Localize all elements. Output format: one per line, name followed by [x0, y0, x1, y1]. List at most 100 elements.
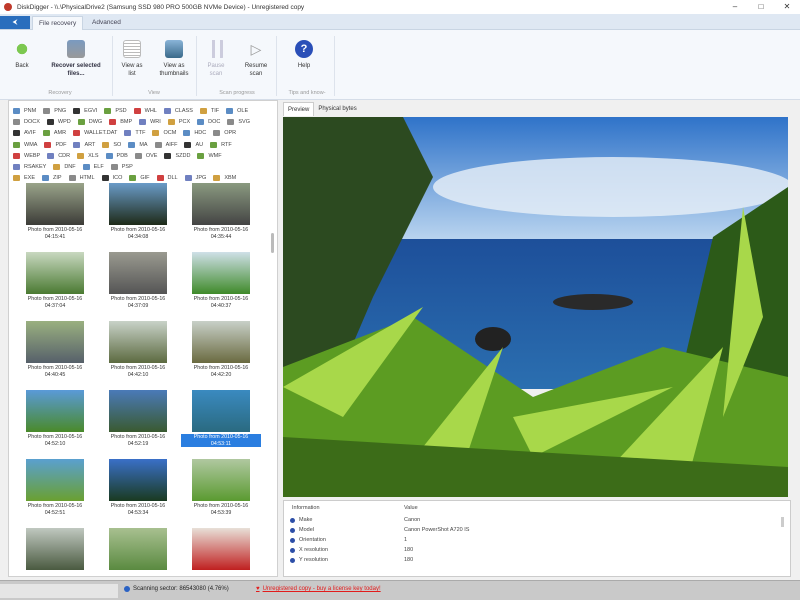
thumbnail-item[interactable]: Photo from 2010-05-16 04:42:20 — [181, 321, 261, 378]
file-type-wpd[interactable]: WPD — [46, 118, 71, 125]
file-type-wma[interactable]: WMA — [13, 141, 37, 148]
thumbnail-item[interactable]: Photo from 2010-05-16 04:15:41 — [15, 183, 95, 240]
file-type-icon — [73, 141, 81, 148]
file-type-egvi[interactable]: EGVI — [73, 107, 97, 114]
file-type-hdc[interactable]: HDC — [183, 130, 206, 137]
file-type-exe[interactable]: EXE — [13, 175, 35, 182]
thumbnail-item[interactable] — [181, 528, 261, 575]
file-type-icon — [197, 152, 205, 159]
thumbnail-item[interactable]: Photo from 2010-05-16 04:35:44 — [181, 183, 261, 240]
thumbnail-item[interactable] — [98, 528, 178, 575]
thumbnail-item[interactable]: Photo from 2010-05-16 04:37:04 — [15, 252, 95, 309]
file-type-bmp[interactable]: BMP — [109, 118, 132, 125]
file-type-amr[interactable]: AMR — [42, 130, 66, 137]
file-type-svg[interactable]: SVG — [227, 118, 250, 125]
thumbnail-scrollbar[interactable] — [271, 183, 276, 573]
file-type-gif[interactable]: GIF — [129, 175, 150, 182]
file-type-ttf[interactable]: TTF — [124, 130, 145, 137]
close-button[interactable]: ✕ — [774, 0, 800, 14]
file-type-png[interactable]: PNG — [43, 107, 66, 114]
file-type-ma[interactable]: MA — [128, 141, 148, 148]
thumbnail-image — [109, 528, 167, 570]
file-type-jpg[interactable]: JPG — [184, 175, 206, 182]
file-type-zip[interactable]: ZIP — [42, 175, 62, 182]
file-type-walletdat[interactable]: WALLET.DAT — [73, 130, 117, 137]
file-type-szdd[interactable]: SZDD — [164, 152, 190, 159]
file-menu-button[interactable]: ⮜ — [0, 16, 30, 29]
file-type-avif[interactable]: AVIF — [13, 130, 36, 137]
thumbnail-item[interactable]: Photo from 2010-05-16 04:52:19 — [98, 390, 178, 447]
file-type-elf[interactable]: ELF — [82, 164, 104, 171]
buy-license-link[interactable]: ♥ Unregistered copy - buy a license key t… — [256, 586, 381, 592]
file-type-pdf[interactable]: PDF — [44, 141, 66, 148]
thumbnail-item[interactable]: Photo from 2010-05-16 04:37:09 — [98, 252, 178, 309]
file-type-xbm[interactable]: XBM — [213, 175, 236, 182]
file-type-rsakey[interactable]: RSAKEY — [13, 164, 46, 171]
tab-file-recovery[interactable]: File recovery — [32, 16, 84, 30]
thumbnail-item[interactable] — [15, 528, 95, 575]
file-type-doc[interactable]: DOC — [197, 118, 220, 125]
view-as-thumbnails-button[interactable]: View as thumbnails — [154, 40, 194, 78]
file-type-tif[interactable]: TIF — [199, 107, 219, 114]
thumbnail-item[interactable]: Photo from 2010-05-16 04:52:51 — [15, 459, 95, 516]
thumbnail-item[interactable]: Photo from 2010-05-16 04:34:08 — [98, 183, 178, 240]
file-type-opr[interactable]: OPR — [213, 130, 236, 137]
thumbnail-image — [109, 459, 167, 501]
file-type-wri[interactable]: WRI — [139, 118, 161, 125]
file-type-icon — [13, 175, 20, 182]
property-name: Y resolution — [299, 557, 328, 563]
title-bar: DiskDigger - \\.\PhysicalDrive2 (Samsung… — [0, 0, 800, 14]
file-type-cdr[interactable]: CDR — [47, 152, 70, 159]
help-button[interactable]: ? Help — [288, 40, 320, 70]
file-type-dll[interactable]: DLL — [156, 175, 178, 182]
thumbnail-item[interactable]: Photo from 2010-05-16 04:53:34 — [98, 459, 178, 516]
file-type-icon — [42, 175, 50, 182]
file-type-icon — [154, 141, 162, 148]
tab-physical-bytes[interactable]: Physical bytes — [314, 102, 360, 116]
file-type-psp[interactable]: PSP — [110, 164, 133, 171]
file-type-aiff[interactable]: AIFF — [154, 141, 177, 148]
pause-scan-button[interactable]: Pause scan — [202, 40, 230, 78]
minimize-button[interactable]: – — [722, 0, 748, 14]
file-type-ove[interactable]: OVE — [134, 152, 157, 159]
file-type-class[interactable]: CLASS — [163, 107, 193, 114]
thumbnail-item[interactable]: Photo from 2010-05-16 04:53:11 — [181, 390, 261, 447]
thumbnail-item[interactable]: Photo from 2010-05-16 04:52:10 — [15, 390, 95, 447]
file-type-ole[interactable]: OLE — [226, 107, 248, 114]
back-button[interactable]: Back — [8, 40, 36, 70]
file-type-art[interactable]: ART — [73, 141, 95, 148]
maximize-button[interactable]: □ — [748, 0, 774, 14]
thumbnail-item[interactable]: Photo from 2010-05-16 04:40:45 — [15, 321, 95, 378]
resume-scan-button[interactable]: ▷ Resume scan — [240, 40, 272, 78]
file-type-ico[interactable]: ICO — [101, 175, 122, 182]
thumbnail-item[interactable]: Photo from 2010-05-16 04:40:37 — [181, 252, 261, 309]
file-type-psd[interactable]: PSD — [104, 107, 127, 114]
file-type-pdb[interactable]: PDB — [105, 152, 128, 159]
file-type-pcx[interactable]: PCX — [167, 118, 190, 125]
tab-advanced[interactable]: Advanced — [86, 16, 127, 30]
info-scrollbar[interactable] — [781, 517, 784, 527]
file-type-webp[interactable]: WEBP — [13, 152, 40, 159]
thumbnail-item[interactable]: Photo from 2010-05-16 04:53:39 — [181, 459, 261, 516]
property-value: 1 — [404, 537, 408, 543]
tab-preview[interactable]: Preview — [283, 102, 315, 116]
help-icon: ? — [295, 40, 313, 58]
file-type-rtf[interactable]: RTF — [210, 141, 232, 148]
file-type-so[interactable]: SO — [102, 141, 121, 148]
file-type-whl[interactable]: WHL — [133, 107, 157, 114]
file-type-icon — [43, 107, 51, 114]
file-type-docx[interactable]: DOCX — [13, 118, 40, 125]
file-type-html[interactable]: HTML — [68, 175, 95, 182]
recover-selected-button[interactable]: Recover selected files... — [44, 40, 108, 78]
thumbnail-item[interactable]: Photo from 2010-05-16 04:42:10 — [98, 321, 178, 378]
file-type-xls[interactable]: XLS — [77, 152, 99, 159]
file-type-dnf[interactable]: DNF — [53, 164, 76, 171]
property-icon — [290, 547, 295, 553]
file-type-dwg[interactable]: DWG — [77, 118, 102, 125]
file-type-ocm[interactable]: OCM — [152, 130, 176, 137]
status-bar: Scanning sector: 86543080 (4.76%) ♥ Unreg… — [0, 580, 800, 600]
file-type-pnm[interactable]: PNM — [13, 107, 36, 114]
file-type-au[interactable]: AU — [184, 141, 203, 148]
view-as-list-button[interactable]: View as list — [118, 40, 146, 78]
file-type-wmf[interactable]: WMF — [197, 152, 222, 159]
